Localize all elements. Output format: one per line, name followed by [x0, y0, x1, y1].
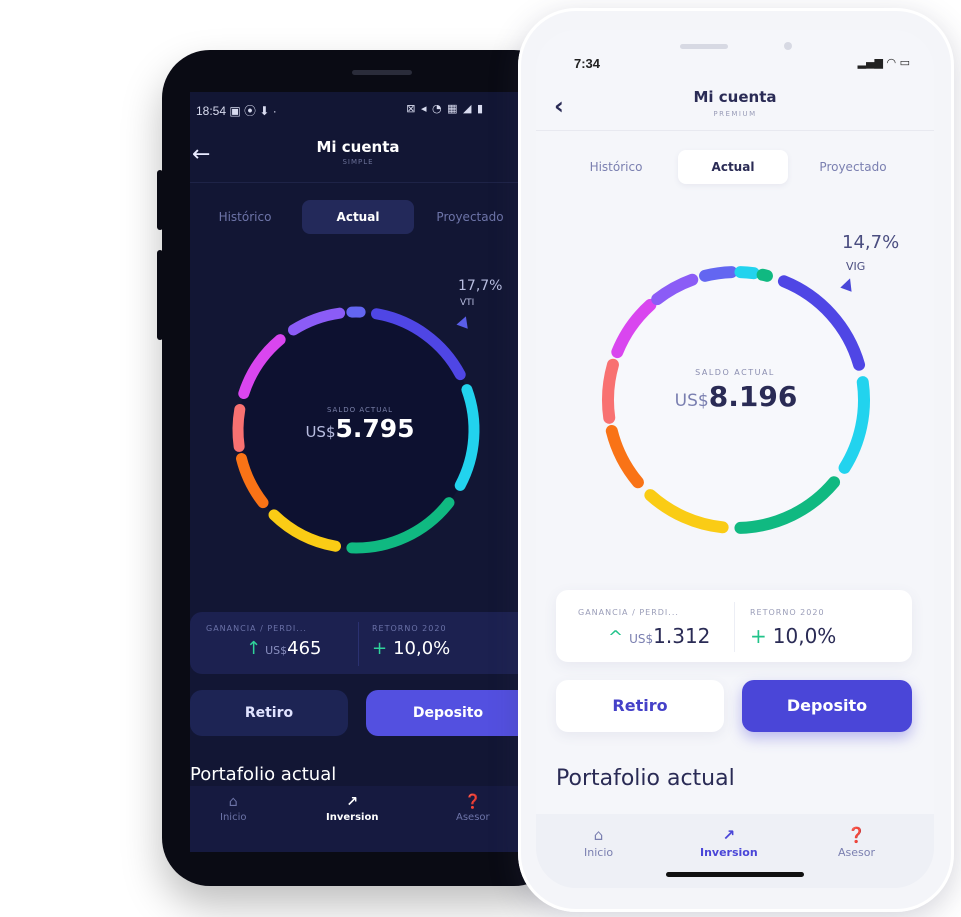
gain-label: GANANCIA / PERDI... — [578, 608, 679, 617]
balance-amount: US$5.795 — [290, 414, 430, 443]
account-tier: SIMPLE — [342, 158, 374, 166]
balance-label: SALDO ACTUAL — [326, 406, 394, 414]
nav-inversion[interactable]: ↗ Inversion — [700, 826, 758, 859]
return-amount: +10,0% — [750, 624, 836, 648]
plus-icon: + — [372, 638, 388, 659]
gain-label: GANANCIA / PERDI... — [206, 624, 307, 633]
highlight-percent: 14,7% — [842, 232, 900, 253]
status-icons-left: ▣ ⦿ ⬇ · — [229, 104, 277, 118]
donut-segment — [756, 268, 773, 282]
donut-segment — [699, 266, 738, 282]
stats-separator — [358, 622, 359, 666]
donut-segment — [602, 358, 619, 424]
bottom-nav: ⌂ Inicio ↗ Inversion ❓ Asesor — [190, 786, 530, 852]
light-app-screen: 7:34 ▂▄▆ ◠ ▭ ‹ Mi cuenta PREMIUM Históri… — [536, 30, 934, 888]
nav-asesor[interactable]: ❓ Asesor — [456, 794, 490, 823]
chevron-up-icon: ^ — [608, 627, 624, 648]
deposito-button[interactable]: Deposito — [366, 690, 530, 736]
gain-currency: US$ — [265, 644, 288, 657]
header-divider — [536, 130, 934, 131]
volume-button — [157, 170, 163, 230]
portfolio-heading: Portafolio actual — [556, 766, 735, 791]
highlight-percent: 17,7% — [458, 278, 503, 294]
gain-amount: ↑ US$465 — [246, 638, 322, 659]
deposito-button[interactable]: Deposito — [742, 680, 912, 732]
tab-historico[interactable]: Histórico — [572, 150, 660, 184]
tab-proyectado[interactable]: Proyectado — [428, 200, 512, 234]
nav-label: Asesor — [456, 812, 490, 823]
status-time: 7:34 — [574, 56, 601, 71]
portfolio-heading: Portafolio actual — [190, 764, 337, 785]
home-icon: ⌂ — [228, 794, 238, 810]
return-amount: +10,0% — [372, 638, 450, 659]
notch-speaker — [680, 44, 728, 49]
help-icon: ❓ — [464, 794, 482, 810]
gain-amount: ^ US$1.312 — [608, 624, 710, 648]
plus-icon: + — [750, 624, 767, 648]
highlight-ticker: VTI — [460, 298, 475, 308]
status-icons-right: ⊠ ◂ ◔ ▦ ◢ ▮ — [406, 102, 484, 115]
nav-label: Inversion — [700, 846, 758, 859]
balance-value: 8.196 — [708, 380, 798, 413]
page-title: Mi cuenta — [316, 138, 400, 156]
gain-value: 465 — [287, 638, 322, 659]
front-camera — [784, 42, 792, 50]
retiro-button[interactable]: Retiro — [190, 690, 348, 736]
highlight-ticker: VIG — [846, 260, 866, 273]
tab-historico[interactable]: Histórico — [210, 200, 280, 234]
tab-actual[interactable]: Actual — [678, 150, 788, 184]
dark-app-screen: 18:54 ▣ ⦿ ⬇ · ⊠ ◂ ◔ ▦ ◢ ▮ ← Mi cuenta SI… — [190, 92, 530, 852]
balance-amount: US$8.196 — [646, 380, 826, 413]
balance-currency: US$ — [305, 423, 336, 441]
speaker-grille — [352, 70, 412, 75]
nav-label: Inicio — [220, 812, 247, 823]
return-label: RETORNO 2020 — [372, 624, 447, 633]
stats-card: GANANCIA / PERDI... ↑ US$465 RETORNO 2020… — [190, 612, 530, 674]
tab-actual[interactable]: Actual — [302, 200, 414, 234]
gain-value: 1.312 — [653, 624, 711, 648]
tab-proyectado[interactable]: Proyectado — [800, 150, 906, 184]
power-button — [157, 250, 163, 340]
donut-segment — [232, 404, 246, 452]
gain-currency: US$ — [629, 632, 654, 646]
status-icons-right: ▂▄▆ ◠ ▭ — [857, 56, 910, 69]
nav-inversion[interactable]: ↗ Inversion — [326, 794, 378, 823]
retiro-button[interactable]: Retiro — [556, 680, 724, 732]
nav-label: Inicio — [584, 846, 614, 859]
trend-icon: ↗ — [722, 826, 736, 844]
home-indicator — [666, 872, 804, 877]
nav-asesor[interactable]: ❓ Asesor — [838, 826, 875, 859]
nav-inicio[interactable]: ⌂ Inicio — [584, 826, 613, 859]
arrow-up-icon: ↑ — [246, 638, 262, 659]
status-time: 18:54 — [196, 104, 227, 118]
return-label: RETORNO 2020 — [750, 608, 825, 617]
balance-currency: US$ — [674, 391, 709, 411]
stats-card: GANANCIA / PERDI... ^ US$1.312 RETORNO 20… — [556, 590, 912, 662]
page-title: Mi cuenta — [693, 88, 777, 106]
donut-segment — [734, 266, 760, 280]
trend-icon: ↗ — [346, 794, 359, 810]
account-tier: PREMIUM — [713, 110, 757, 118]
stats-separator — [734, 602, 735, 652]
header-divider — [190, 182, 530, 183]
nav-label: Asesor — [838, 846, 876, 859]
status-bar-left: 18:54 ▣ ⦿ ⬇ · — [196, 102, 277, 119]
balance-value: 5.795 — [335, 414, 415, 443]
return-value: 10,0% — [772, 624, 837, 648]
balance-label: SALDO ACTUAL — [695, 368, 775, 377]
nav-inicio[interactable]: ⌂ Inicio — [220, 794, 246, 823]
home-icon: ⌂ — [593, 826, 604, 844]
nav-label: Inversion — [326, 812, 379, 823]
help-icon: ❓ — [847, 826, 866, 844]
return-value: 10,0% — [393, 638, 451, 659]
